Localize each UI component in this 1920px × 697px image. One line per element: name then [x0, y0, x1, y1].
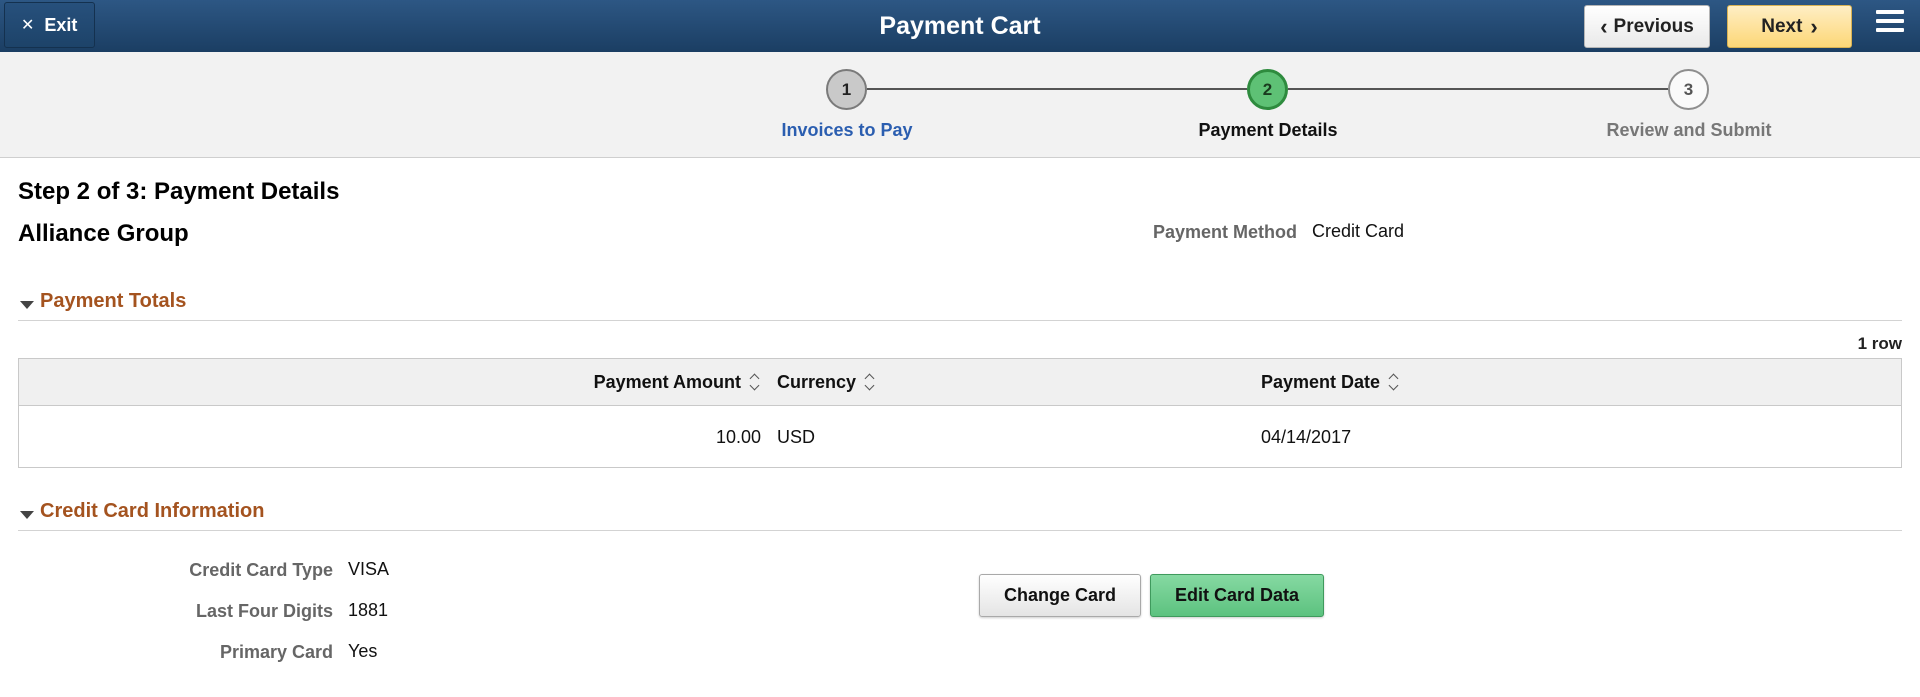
last-four-value: 1881 — [348, 600, 389, 620]
card-type-label: Credit Card Type — [189, 560, 333, 580]
close-icon: ✕ — [21, 17, 35, 34]
triangle-down-icon — [20, 511, 34, 519]
payment-method-label: Payment Method — [1152, 222, 1297, 242]
payment-totals-grid: Payment Amount Currency Payment Date 10.… — [18, 358, 1902, 468]
train-connector — [867, 88, 1247, 90]
chevron-left-icon: ‹ — [1600, 13, 1608, 39]
card-type-value: VISA — [348, 559, 390, 579]
step-title: Step 2 of 3: Payment Details — [18, 178, 340, 205]
credit-card-header[interactable]: Credit Card Information — [18, 500, 1902, 531]
train-connector — [1288, 88, 1668, 90]
grid-header-row: Payment Amount Currency Payment Date — [19, 359, 1901, 406]
train-stop-3[interactable]: 3 — [1668, 69, 1709, 110]
next-label: Next — [1761, 15, 1803, 37]
credit-card-title[interactable]: Credit Card Information — [40, 500, 264, 523]
exit-label: Exit — [44, 14, 78, 35]
row-count: 1 row — [1857, 334, 1902, 353]
sort-icon — [1388, 374, 1400, 392]
payment-totals-title[interactable]: Payment Totals — [40, 290, 186, 313]
triangle-down-icon — [20, 301, 34, 309]
cell-currency: USD — [777, 427, 816, 447]
page-header: ✕ Exit Payment Cart ‹ Previous Next › — [0, 0, 1920, 52]
column-header-payment-date[interactable]: Payment Date — [1261, 372, 1400, 393]
next-button[interactable]: Next › — [1727, 5, 1852, 48]
sort-icon — [864, 374, 876, 392]
previous-button[interactable]: ‹ Previous — [1584, 5, 1710, 48]
last-four-label: Last Four Digits — [195, 601, 333, 621]
payment-totals-header[interactable]: Payment Totals — [18, 290, 1902, 321]
step-train: 1 2 3 Invoices to Pay Payment Details Re… — [0, 52, 1920, 158]
primary-card-value: Yes — [348, 641, 378, 661]
column-header-currency[interactable]: Currency — [777, 372, 876, 393]
train-label-review: Review and Submit — [1606, 120, 1772, 140]
train-stop-2[interactable]: 2 — [1247, 69, 1288, 110]
company-name: Alliance Group — [18, 220, 189, 247]
previous-label: Previous — [1613, 15, 1694, 37]
hamburger-menu-icon[interactable] — [1876, 10, 1904, 40]
change-card-button[interactable]: Change Card — [979, 574, 1141, 617]
payment-method-value: Credit Card — [1312, 221, 1405, 241]
train-label-invoices[interactable]: Invoices to Pay — [697, 120, 997, 141]
column-header-payment-amount[interactable]: Payment Amount — [594, 372, 761, 393]
sort-icon — [749, 374, 761, 392]
primary-card-label: Primary Card — [219, 642, 333, 662]
exit-button[interactable]: ✕ Exit — [4, 2, 95, 48]
cell-payment-date: 04/14/2017 — [1261, 427, 1352, 447]
edit-card-data-button[interactable]: Edit Card Data — [1150, 574, 1324, 617]
train-stop-1[interactable]: 1 — [826, 69, 867, 110]
train-label-payment-details: Payment Details — [1198, 120, 1338, 140]
cell-payment-amount: 10.00 — [715, 427, 761, 447]
chevron-right-icon: › — [1810, 13, 1818, 39]
